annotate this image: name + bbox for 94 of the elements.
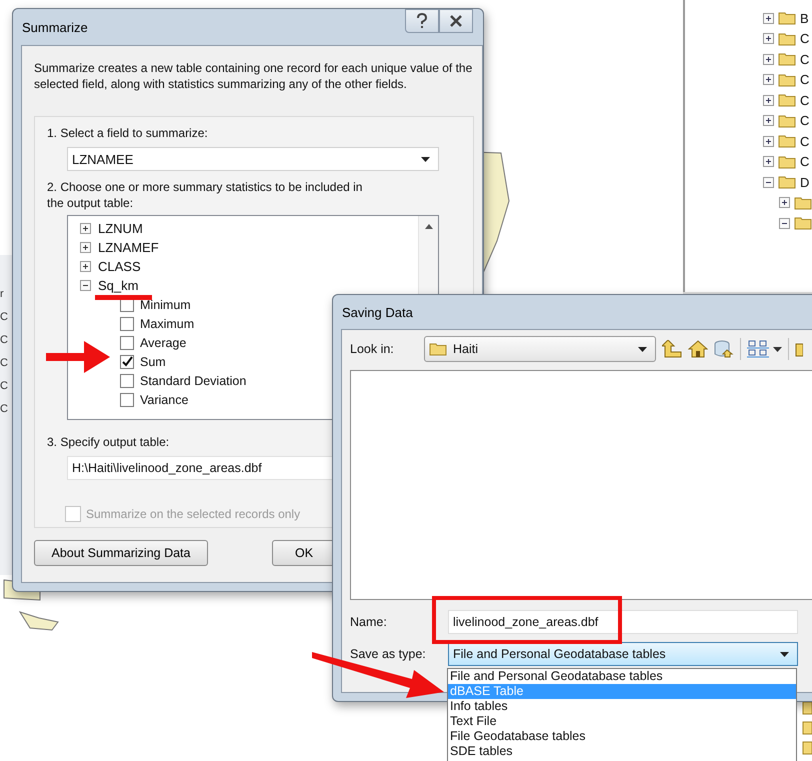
- step-label: 1. Select a field to summarize:: [47, 125, 209, 141]
- folder-icon: [778, 175, 796, 190]
- tree-item[interactable]: B: [800, 10, 809, 26]
- dropdown-option[interactable]: Info tables: [448, 699, 796, 714]
- folder-icon: [778, 52, 796, 66]
- step-label: 3. Specify output table:: [47, 434, 170, 450]
- folder-icon: [778, 72, 796, 87]
- cut-label: C: [0, 333, 9, 348]
- cut-label: r: [0, 287, 5, 302]
- expand-icon[interactable]: [80, 242, 91, 253]
- folder-icon: [794, 196, 812, 210]
- folder-icon: [802, 700, 812, 756]
- folder-icon: [778, 154, 796, 169]
- caret-icon[interactable]: [773, 346, 782, 352]
- up-arrow-icon[interactable]: [662, 340, 682, 358]
- dropdown-option[interactable]: File Geodatabase tables: [448, 729, 796, 744]
- expand-icon[interactable]: [80, 223, 91, 234]
- collapse-icon[interactable]: [779, 218, 790, 229]
- folder-icon: [778, 93, 796, 108]
- tree-item[interactable]: C: [800, 72, 810, 88]
- checkbox[interactable]: [120, 336, 134, 350]
- checkbox[interactable]: [120, 392, 134, 406]
- caret-icon: [780, 652, 789, 656]
- help-icon: [416, 13, 428, 29]
- window-title: Summarize: [22, 20, 88, 34]
- expand-icon[interactable]: [779, 197, 790, 208]
- name-label: Name:: [350, 615, 388, 629]
- folder-icon: [778, 32, 796, 46]
- tree-item[interactable]: C: [800, 113, 810, 128]
- database-icon[interactable]: [714, 340, 734, 358]
- tree-item[interactable]: C: [800, 31, 810, 46]
- field-dropdown[interactable]: LZNAMEE: [67, 147, 439, 171]
- map-shape: [19, 611, 59, 631]
- step-label: 2. Choose one or more summary statistics to be included in the output table:: [47, 179, 364, 211]
- statistic-label: Minimum: [140, 298, 191, 312]
- expand-icon[interactable]: [763, 156, 774, 168]
- statistic-label: Maximum: [140, 316, 194, 330]
- close-button[interactable]: [439, 9, 473, 33]
- expand-icon[interactable]: [80, 261, 91, 272]
- home-icon[interactable]: [688, 340, 708, 358]
- dropdown-option[interactable]: SDE tables: [448, 744, 796, 759]
- statistic-label: Average: [140, 336, 186, 350]
- statistic-label: Variance: [140, 392, 188, 406]
- checkbox[interactable]: [120, 316, 134, 330]
- dropdown-option[interactable]: Text File: [448, 714, 796, 729]
- close-icon: [449, 15, 463, 27]
- save-type-dropdown[interactable]: File and Personal Geodatabase tables: [448, 642, 798, 666]
- expand-icon[interactable]: [763, 94, 774, 106]
- expand-icon[interactable]: [763, 33, 774, 44]
- collapse-icon[interactable]: [763, 176, 774, 188]
- caret-icon: [421, 156, 430, 162]
- folder-icon: [778, 11, 796, 26]
- dropdown-option[interactable]: File and Personal Geodatabase tables: [448, 669, 796, 684]
- expand-icon[interactable]: [763, 136, 774, 147]
- look-in-dropdown[interactable]: Haiti: [424, 336, 656, 362]
- checkbox-label: Summarize on the selected records only: [86, 507, 300, 521]
- expand-icon[interactable]: [763, 115, 774, 126]
- expand-icon[interactable]: [763, 74, 774, 86]
- tree-item[interactable]: D: [800, 174, 810, 190]
- cut-label: C: [0, 310, 9, 325]
- statistic-label: Standard Deviation: [140, 374, 246, 388]
- field-item[interactable]: CLASS: [98, 259, 141, 274]
- view-grid-icon[interactable]: [747, 340, 769, 358]
- tree-item[interactable]: C: [800, 134, 810, 149]
- collapse-icon[interactable]: [80, 280, 91, 291]
- statistic-label: Sum: [140, 354, 166, 368]
- cut-label: C: [0, 379, 9, 394]
- folder-icon: [429, 342, 447, 356]
- field-item[interactable]: Sq_km: [98, 278, 138, 293]
- folder-icon: [778, 114, 796, 128]
- expand-icon[interactable]: [763, 54, 774, 65]
- scroll-up-icon[interactable]: [424, 224, 432, 229]
- tree-item[interactable]: C: [800, 92, 810, 108]
- checkbox[interactable]: [120, 354, 134, 368]
- save-type-label: Save as type:: [350, 647, 427, 661]
- field-item[interactable]: LZNAMEF: [98, 240, 159, 255]
- checkbox[interactable]: [120, 374, 134, 388]
- expand-icon[interactable]: [763, 12, 774, 24]
- arrow-icon: [46, 341, 110, 373]
- name-field[interactable]: livelinood_zone_areas.dbf: [448, 610, 798, 634]
- field-item[interactable]: LZNUM: [98, 221, 143, 236]
- look-in-label: Look in:: [350, 342, 395, 356]
- description-text: Summarize creates a new table containing one record for each unique value of the selected field, along with statistics summarizing any of the other fields.: [34, 60, 474, 92]
- tree-item[interactable]: C: [800, 52, 810, 67]
- about-button[interactable]: About Summarizing Data: [34, 540, 208, 566]
- cut-label: C: [0, 356, 9, 371]
- tree-item[interactable]: C: [800, 154, 810, 170]
- folder-icon: [778, 134, 796, 148]
- window-title: Saving Data: [342, 304, 413, 320]
- cut-label: C: [0, 402, 9, 417]
- underline-mark: [95, 295, 152, 300]
- caret-icon: [638, 346, 647, 352]
- help-button[interactable]: [405, 9, 439, 33]
- folder-icon: [794, 216, 812, 230]
